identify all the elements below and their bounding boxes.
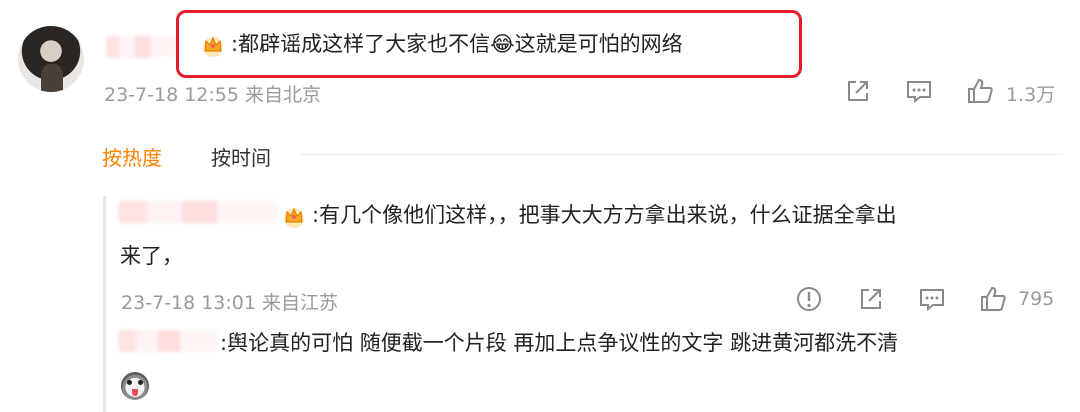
report-icon [797,287,821,311]
comment-text: :都辟谣成这样了大家也不信😂这就是可怕的网络 [231,29,683,59]
sort-divider [300,154,1062,155]
comment-text-before: :都辟谣成这样了大家也不信 [231,32,491,56]
reply-comment-button[interactable] [917,284,947,314]
reply-like-count: 795 [1018,288,1055,310]
reply-share-button[interactable] [856,284,886,314]
like-count: 1.3万 [1006,84,1056,106]
reply-text-line1: :有几个像他们这样，，把事大大方方拿出来说，什么证据全拿出 [312,203,897,227]
husky-emoji-icon [121,372,149,400]
report-button[interactable] [794,284,824,314]
crown-badge-icon [284,207,304,228]
comment-button[interactable] [904,76,934,106]
reply-username-blurred[interactable] [118,201,278,223]
crown-badge-icon [203,36,223,57]
tab-sort-time[interactable]: 按时间 [211,142,271,171]
like-button[interactable] [965,76,995,106]
username-blurred[interactable] [106,36,178,58]
reply-text-line2: 来了， [120,244,183,268]
reply-meta: 23-7-18 13:01 来自江苏 [121,292,338,314]
comment-text-after: 这就是可怕的网络 [514,32,683,56]
share-icon [861,289,881,309]
share-icon [848,81,868,101]
share-button[interactable] [843,76,873,106]
reply2-username-blurred[interactable] [118,330,218,352]
comment-icon [907,81,931,104]
like-icon [981,286,1006,311]
comment-icon [920,289,944,312]
tab-sort-hot[interactable]: 按热度 [102,142,162,171]
reply-thread-line [103,196,106,412]
avatar[interactable] [18,26,84,92]
like-icon [968,78,993,103]
reply2-text: :舆论真的可怕 随便截一个片段 再加上点争议性的文字 跳进黄河都洗不清 [220,331,899,355]
comment-meta: 23-7-18 12:55 来自北京 [104,84,321,106]
laugh-emoji-icon: 😂 [490,32,515,56]
reply-like-button[interactable] [978,284,1008,314]
